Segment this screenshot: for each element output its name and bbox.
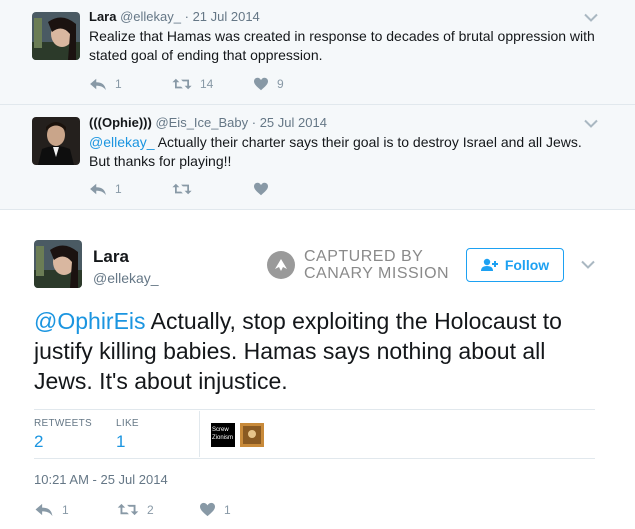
reply-action[interactable]: 1 bbox=[34, 502, 69, 517]
tweet-text: @ellekay_ Actually their charter says th… bbox=[89, 133, 605, 171]
like-action[interactable] bbox=[253, 182, 277, 196]
retweets-value: 2 bbox=[34, 432, 44, 451]
mention-link[interactable]: @ellekay_ bbox=[89, 134, 155, 150]
heart-icon bbox=[253, 182, 269, 196]
tweet-stats: RETWEETS 2 LIKE 1 Screw Zionism bbox=[34, 409, 595, 459]
chevron-down-icon[interactable] bbox=[584, 119, 598, 129]
retweet-icon bbox=[172, 77, 192, 91]
retweets-stat[interactable]: RETWEETS 2 bbox=[34, 418, 92, 452]
likes-value: 1 bbox=[116, 432, 126, 451]
follow-button[interactable]: Follow bbox=[466, 248, 564, 282]
likes-label: LIKE bbox=[116, 418, 139, 429]
like-count: 1 bbox=[224, 502, 231, 517]
liker-avatar[interactable] bbox=[240, 423, 264, 447]
like-count: 9 bbox=[277, 77, 284, 91]
mention-link[interactable]: @OphirEis bbox=[34, 308, 146, 334]
retweet-count: 2 bbox=[147, 502, 154, 517]
retweet-count: 14 bbox=[200, 77, 214, 91]
retweet-action[interactable]: 14 bbox=[172, 77, 213, 91]
reply-icon bbox=[34, 502, 54, 517]
author-handle[interactable]: @ellekay_ bbox=[93, 270, 159, 286]
tweet-header: (((Ophie))) @Eis_Ice_Baby · 25 Jul 2014 bbox=[89, 114, 605, 131]
canary-mission-stamp: CAPTURED BY CANARY MISSION bbox=[266, 248, 449, 282]
tweet-header: Lara @ellekay_ · 21 Jul 2014 bbox=[89, 8, 605, 25]
reply-count: 1 bbox=[115, 182, 122, 196]
divider bbox=[0, 104, 635, 105]
like-action[interactable]: 9 bbox=[253, 77, 284, 91]
liker-avatar-label: Zionism bbox=[212, 435, 234, 441]
reply-count: 1 bbox=[115, 77, 122, 91]
tweet-timestamp[interactable]: 10:21 AM - 25 Jul 2014 bbox=[34, 472, 168, 487]
tweet-text-body: Actually their charter says their goal i… bbox=[89, 134, 582, 169]
follow-label: Follow bbox=[504, 257, 550, 273]
author-name[interactable]: (((Ophie))) bbox=[89, 115, 152, 130]
heart-icon bbox=[253, 77, 269, 91]
liker-avatar[interactable]: Screw Zionism bbox=[211, 423, 235, 447]
author-name[interactable]: Lara bbox=[89, 9, 116, 24]
chevron-down-icon[interactable] bbox=[581, 260, 595, 270]
tweet-date[interactable]: · 21 Jul 2014 bbox=[185, 9, 260, 24]
reply-icon bbox=[89, 182, 107, 196]
add-user-icon bbox=[480, 258, 498, 271]
avatar[interactable] bbox=[32, 117, 80, 165]
author-handle[interactable]: @Eis_Ice_Baby bbox=[155, 115, 248, 130]
tweet-text: @OphirEis Actually, stop exploiting the … bbox=[34, 306, 604, 396]
avatar[interactable] bbox=[32, 12, 80, 60]
conversation-thread: Lara @ellekay_ · 21 Jul 2014 Realize tha… bbox=[0, 0, 635, 208]
retweet-icon bbox=[172, 182, 192, 196]
tweet-date[interactable]: · 25 Jul 2014 bbox=[252, 115, 327, 130]
heart-icon bbox=[199, 502, 216, 517]
avatar[interactable] bbox=[34, 240, 82, 288]
retweet-icon bbox=[117, 502, 139, 517]
thread-tweet[interactable]: (((Ophie))) @Eis_Ice_Baby · 25 Jul 2014 … bbox=[0, 114, 635, 204]
thread-tweet[interactable]: Lara @ellekay_ · 21 Jul 2014 Realize tha… bbox=[0, 8, 635, 103]
stamp-line-2: CANARY MISSION bbox=[304, 265, 450, 282]
chevron-down-icon[interactable] bbox=[584, 13, 598, 23]
main-tweet: Lara @ellekay_ CAPTURED BY CANARY MISSIO… bbox=[0, 209, 635, 529]
retweets-label: RETWEETS bbox=[34, 418, 92, 429]
reply-action[interactable]: 1 bbox=[89, 77, 122, 91]
liker-avatar-label: Screw bbox=[212, 427, 229, 433]
likes-stat[interactable]: LIKE 1 bbox=[116, 418, 139, 452]
author-handle[interactable]: @ellekay_ bbox=[120, 9, 181, 24]
reply-icon bbox=[89, 77, 107, 91]
reply-count: 1 bbox=[62, 502, 69, 517]
retweet-action[interactable]: 2 bbox=[117, 502, 154, 517]
tweet-text: Realize that Hamas was created in respon… bbox=[89, 28, 595, 63]
reply-action[interactable]: 1 bbox=[89, 182, 122, 196]
like-action[interactable]: 1 bbox=[199, 502, 231, 517]
stamp-line-1: CAPTURED BY bbox=[304, 248, 424, 265]
author-name[interactable]: Lara bbox=[93, 247, 129, 267]
stats-separator bbox=[199, 411, 200, 457]
canary-stamp-icon bbox=[267, 251, 295, 279]
retweet-action[interactable] bbox=[172, 182, 200, 196]
